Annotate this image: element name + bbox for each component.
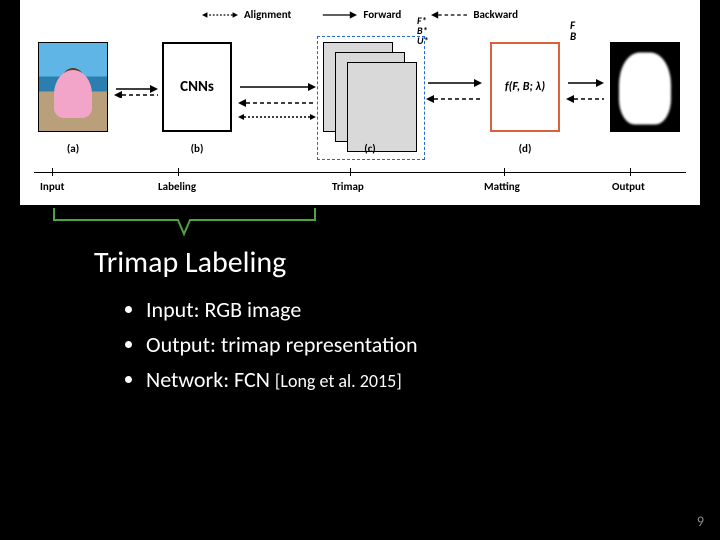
- arrow-a-to-b: [114, 84, 158, 103]
- slide-root: Alignment Forward Backward (a) CNNs (b): [0, 0, 720, 540]
- citation: [Long et al. 2015]: [275, 370, 402, 392]
- panel-letter-a: (a): [38, 142, 108, 155]
- solid-arrow-icon: [321, 10, 357, 20]
- panel-letter-d: (d): [490, 142, 560, 155]
- node-cnns: CNNs (b): [162, 42, 232, 132]
- axis-tick: [178, 168, 179, 176]
- node-matting-fn: F B f(F, B; λ) (d): [490, 42, 560, 132]
- stage-axis-line: [34, 172, 686, 173]
- bullet-item: Output: trimap representation: [146, 327, 418, 362]
- stage-matting: Matting: [484, 180, 520, 193]
- cnns-box: CNNs: [162, 42, 232, 132]
- stage-axis: Input Labeling Trimap Matting Output: [20, 172, 700, 202]
- node-trimap-stack: F* B* U* (c): [323, 42, 419, 152]
- arrow-b-c-alignment: [238, 110, 316, 129]
- fb-labels: F B: [570, 20, 576, 42]
- superscript-labels: F* B* U*: [417, 16, 429, 46]
- matting-function-box: f(F, B; λ): [490, 42, 560, 132]
- legend-backward: Backward: [431, 8, 518, 21]
- panel-letter-c: (c): [335, 142, 405, 155]
- card-stack: F* B* U*: [323, 42, 419, 152]
- axis-tick: [630, 168, 631, 176]
- stage-output: Output: [612, 180, 645, 193]
- input-photo: [38, 42, 108, 132]
- node-input-image: (a): [38, 42, 108, 132]
- legend-alignment: Alignment: [202, 8, 291, 21]
- pipeline-diagram: Alignment Forward Backward (a) CNNs (b): [20, 0, 700, 205]
- axis-tick: [350, 168, 351, 176]
- dashed-arrow-icon: [431, 10, 467, 20]
- arrow-d-to-e-backward: [566, 92, 604, 111]
- stage-labeling: Labeling: [158, 180, 196, 193]
- panel-letter-b: (b): [162, 142, 232, 155]
- section-title: Trimap Labeling: [94, 244, 286, 281]
- legend-label: Backward: [473, 8, 518, 21]
- stage-input: Input: [40, 180, 64, 193]
- section-bracket: [52, 206, 317, 242]
- bullet-list: Input: RGB image Output: trimap represen…: [124, 292, 418, 398]
- bullet-text: Network: FCN: [146, 366, 275, 393]
- legend: Alignment Forward Backward: [20, 8, 700, 21]
- legend-label: Alignment: [244, 8, 291, 21]
- bullet-item: Network: FCN [Long et al. 2015]: [146, 362, 418, 397]
- page-number: 9: [697, 513, 704, 530]
- stage-trimap: Trimap: [332, 180, 364, 193]
- axis-tick: [504, 168, 505, 176]
- legend-forward: Forward: [321, 8, 401, 21]
- bullet-item: Input: RGB image: [146, 292, 418, 327]
- label-B: B: [570, 31, 576, 42]
- legend-label: Forward: [363, 8, 401, 21]
- axis-tick: [52, 168, 53, 176]
- pipeline: (a) CNNs (b) F* B* U* (c): [20, 36, 700, 156]
- arrow-c-to-d-backward: [426, 92, 482, 111]
- label-U-star: U*: [417, 36, 429, 46]
- output-matte: [610, 42, 680, 132]
- node-output-matte: [610, 42, 680, 132]
- stack-card: [347, 62, 417, 152]
- dotted-two-head-arrow-icon: [202, 10, 238, 20]
- bracket-icon: [52, 206, 317, 242]
